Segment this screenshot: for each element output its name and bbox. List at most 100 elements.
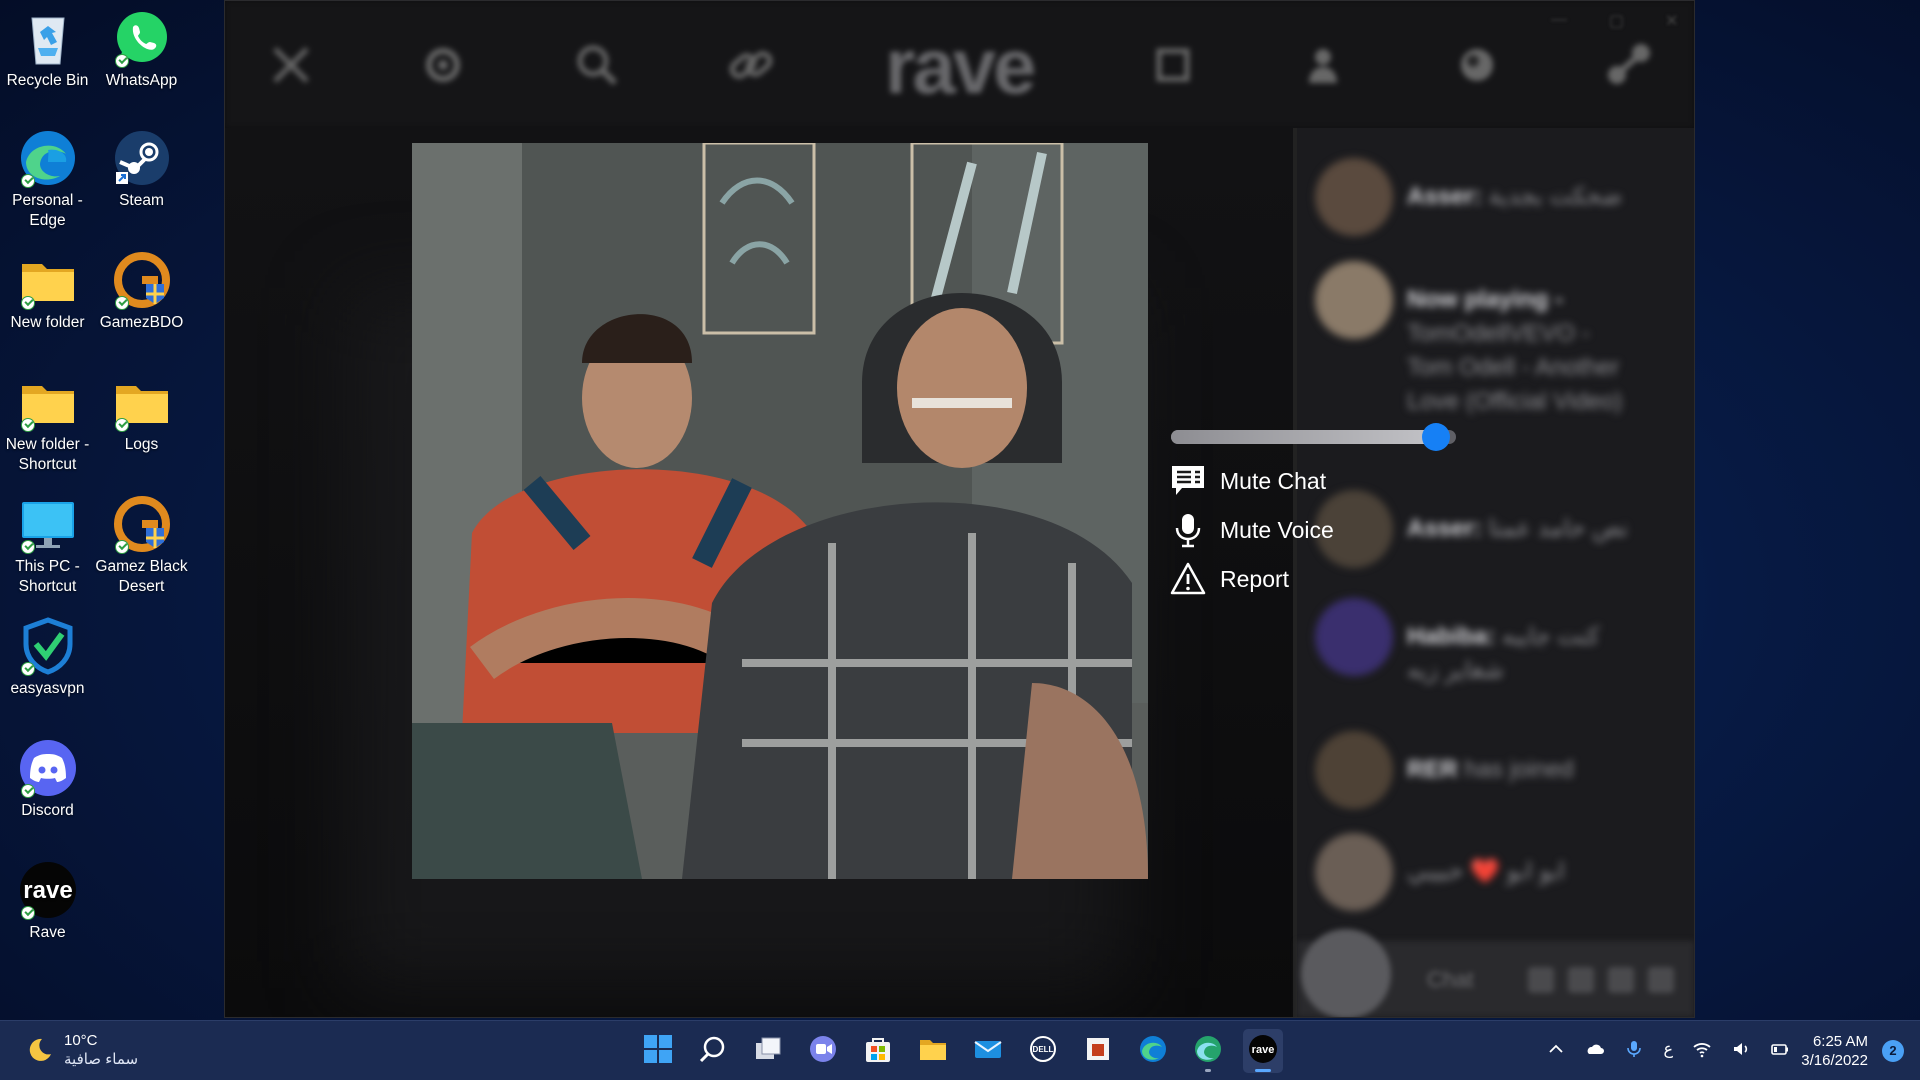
vpn-shield-icon [18,616,78,676]
language-indicator[interactable]: ع [1663,1039,1673,1059]
minimize-button[interactable]: — [1551,11,1567,29]
desktop-icon-logs[interactable]: Logs [94,372,189,455]
settings-icon[interactable] [417,39,469,91]
emoji-icon[interactable] [1608,967,1634,993]
desktop-icon-easyasvpn[interactable]: easyasvpn [0,616,95,699]
store-icon [863,1034,893,1069]
recycle-bin-icon [18,8,78,68]
gif-icon[interactable] [1568,967,1594,993]
image-icon[interactable] [1528,967,1554,993]
search-icon [698,1034,728,1069]
chat-bubble-icon [1170,463,1206,499]
mute-voice-button[interactable]: Mute Voice [1170,511,1334,549]
volume-icon[interactable] [1731,1039,1751,1059]
fullscreen-icon[interactable] [1147,39,1199,91]
chat-message: ابو ابو ❤️ حبيبي [1315,833,1684,911]
whatsapp-icon [112,8,172,68]
gamez-icon [112,494,172,554]
avatar [1315,158,1393,236]
svg-text:DELL: DELL [1033,1045,1054,1054]
avatar [1315,833,1393,911]
voice-mic-button[interactable] [1301,929,1391,1017]
onedrive-cloud-icon[interactable] [1585,1039,1605,1059]
dell-button[interactable]: DELL [1023,1029,1063,1073]
window-close-button[interactable]: ✕ [1665,11,1678,31]
desktop-icon-edge[interactable]: Personal - Edge [0,128,95,231]
rave-toolbar: rave [225,1,1694,128]
avatar [1315,261,1393,339]
show-hidden-icons-chevron-icon[interactable] [1546,1039,1566,1059]
desktop-icon-new-folder[interactable]: New folder [0,250,95,333]
desktop-icon-this-pc[interactable]: This PC - Shortcut [0,494,95,597]
close-icon[interactable] [265,39,317,91]
battery-icon[interactable] [1770,1039,1790,1059]
share-icon[interactable] [1648,967,1674,993]
edge-icon [18,128,78,188]
mail-icon [973,1034,1003,1069]
desktop-icon-new-folder-shortcut[interactable]: New folder - Shortcut [0,372,95,475]
task-view-icon [753,1034,783,1069]
mute-chat-button[interactable]: Mute Chat [1170,462,1326,500]
rave-taskbar-button[interactable]: rave [1243,1029,1283,1073]
avatar [1315,731,1393,809]
rave-icon: rave [1248,1034,1278,1069]
dell-icon: DELL [1028,1034,1058,1069]
system-tray: ع [1546,1039,1790,1059]
avatar [1315,598,1393,676]
weather-widget[interactable]: 10°C سماء صافية [26,1031,138,1069]
desktop-icon-discord[interactable]: Discord [0,738,95,821]
link-icon[interactable] [725,39,777,91]
clock-time: 6:25 AM [1812,1033,1868,1050]
user-volume-slider[interactable] [1171,423,1456,451]
user-profile-photo [412,143,1148,879]
moon-icon [26,1037,52,1063]
desktop-icon-gamez-black-desert[interactable]: Gamez Black Desert [94,494,189,597]
chat-input-bar: Chat [1297,929,1694,1017]
microsoft-store-button[interactable] [858,1029,898,1073]
edge-dev-button[interactable] [1188,1029,1228,1073]
edge-button[interactable] [1133,1029,1173,1073]
discord-icon [18,738,78,798]
microphone-icon[interactable] [1624,1039,1644,1059]
chat-message: Habiba: كنت جايبه شغاير زيه [1315,598,1684,688]
maximize-button[interactable]: ▢ [1609,11,1624,31]
file-explorer-button[interactable] [913,1029,953,1073]
desktop-icon-whatsapp[interactable]: WhatsApp [94,8,189,91]
microphone-icon [1170,512,1206,548]
taskbar: 10°C سماء صافية DELL rave ع 6:25 AM 3/16… [0,1020,1920,1080]
weather-condition: سماء صافية [64,1051,139,1068]
edge-icon [1138,1034,1168,1069]
monitor-icon [18,494,78,554]
share-icon[interactable] [1603,39,1655,91]
add-user-icon[interactable] [1299,39,1351,91]
warning-icon [1170,561,1206,597]
desktop-icon-gamezbdo[interactable]: GamezBDO [94,250,189,333]
mail-button[interactable] [968,1029,1008,1073]
teams-chat-icon [808,1034,838,1069]
volume-knob[interactable] [1422,423,1451,451]
chat-message: Asser: نص حامد عمتا [1315,490,1684,568]
taskbar-search-button[interactable] [693,1029,733,1073]
chat-message: Now playing - TomOdellVEVO - Tom Odell -… [1315,261,1684,419]
search-icon[interactable] [571,39,623,91]
desktop-icon-rave[interactable]: rave Rave [0,860,95,943]
chat-input[interactable]: Chat [1427,967,1473,993]
teams-chat-button[interactable] [803,1029,843,1073]
svg-text:rave: rave [1252,1044,1275,1056]
task-view-button[interactable] [748,1029,788,1073]
taskbar-apps: DELL rave [638,1029,1283,1073]
start-button[interactable] [638,1029,678,1073]
clock[interactable]: 6:25 AM 3/16/2022 [1801,1032,1868,1070]
globe-icon[interactable] [1451,39,1503,91]
desktop-icon-recycle-bin[interactable]: Recycle Bin [0,8,95,91]
office-button[interactable] [1078,1029,1118,1073]
desktop-icon-steam[interactable]: Steam [94,128,189,211]
wifi-icon[interactable] [1692,1039,1712,1059]
rave-logo: rave [885,22,1036,110]
gamez-icon [112,250,172,310]
report-button[interactable]: Report [1170,560,1289,598]
steam-icon [112,128,172,188]
notification-badge[interactable]: 2 [1882,1040,1904,1062]
file-explorer-icon [918,1034,948,1069]
rave-icon: rave [18,860,78,920]
